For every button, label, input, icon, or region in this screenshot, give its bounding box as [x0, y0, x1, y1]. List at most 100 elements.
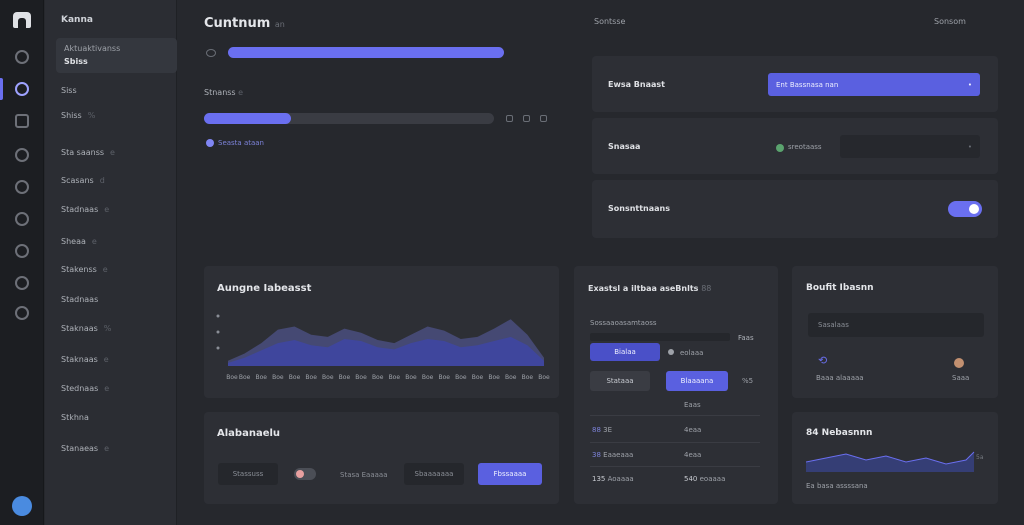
globe-icon[interactable]	[15, 244, 29, 258]
sidebar-title: Kanna	[61, 15, 93, 25]
help-icon[interactable]	[15, 306, 29, 320]
sidebar: Kanna Aktuaktivanss Sbiss Siss Shiss% Sta …	[45, 0, 204, 525]
settings-row-3: Sonsnttnaans	[592, 180, 998, 238]
row1-select[interactable]: Ent Bassnasa nan •	[768, 73, 980, 96]
shield-icon[interactable]	[15, 212, 29, 226]
status-dot-icon	[776, 144, 784, 152]
refresh-icon[interactable]: ⟲	[818, 354, 827, 367]
sidebar-item[interactable]: Stanaeas e	[61, 444, 109, 453]
close-icon[interactable]	[540, 115, 547, 122]
x-tick-label: Boe	[289, 374, 301, 381]
x-tick-label: Boe	[455, 374, 467, 381]
x-tick-label: Boe	[505, 374, 517, 381]
top-progress-track	[228, 47, 504, 58]
form-field-2[interactable]: Stasa Eaaaaa	[340, 471, 388, 479]
sidebar-item-label: Shiss	[61, 111, 82, 120]
sidebar-item-label: Stanaeas	[61, 444, 99, 453]
x-tick-label: Boe	[322, 374, 334, 381]
radio-icon[interactable]	[668, 349, 674, 355]
x-tick-label: Boe	[538, 374, 550, 381]
clock-icon[interactable]	[15, 276, 29, 290]
copy-icon[interactable]	[506, 115, 513, 122]
sidebar-item-label: Sta saanss	[61, 148, 105, 157]
sidebar-item[interactable]: Shiss%	[61, 111, 95, 120]
x-tick-label: Boe	[405, 374, 417, 381]
middle-panel: Exastsl a iltbaa aseBnlts 88 Sossaaoasam…	[574, 266, 778, 504]
middle-btn-1[interactable]: Bialaa	[590, 343, 660, 361]
x-tick-label: Boe	[488, 374, 500, 381]
progress-note: Seasta ataan	[218, 139, 264, 147]
middle-title: Exastsl a iltbaa aseBnlts 88	[588, 284, 712, 293]
sidebar-item-meta: e	[110, 148, 115, 157]
settings-icon: •	[967, 142, 972, 151]
rail-selection-indicator	[0, 78, 3, 100]
bell-icon[interactable]	[15, 148, 29, 162]
y-tick-dot	[216, 314, 220, 318]
gear-icon[interactable]	[15, 82, 29, 96]
sparkline-axis-label: 5a	[976, 454, 984, 461]
sidebar-item-label: Stakenss	[61, 265, 97, 274]
row3-right: 4eaa	[684, 451, 702, 459]
progress-label: Stnanss e	[204, 88, 244, 97]
bottom-progress-track	[204, 113, 494, 124]
right-top-input[interactable]: Sasalaas	[808, 313, 984, 337]
chevron-down-icon: •	[967, 80, 972, 89]
sidebar-item[interactable]: Siss	[61, 86, 77, 95]
form-submit-button[interactable]: Fbssaaaa	[478, 463, 542, 485]
sidebar-item[interactable]: Staknaas e	[61, 355, 109, 364]
chart-icon[interactable]	[15, 114, 29, 128]
x-tick-label: Boe	[305, 374, 317, 381]
sidebar-item[interactable]: Scasans d	[61, 176, 105, 185]
right-top-title: Boufit Ibasnn	[806, 283, 874, 293]
row2-right: 4eaa	[684, 426, 702, 434]
form-field-1[interactable]: Stassuss	[218, 463, 278, 485]
right-bottom-caption: Ea basa assssana	[806, 482, 868, 490]
sidebar-item-meta: e	[104, 205, 110, 214]
app-logo-icon[interactable]	[13, 12, 31, 28]
row3-left: 38 Eaaeaaa	[592, 451, 634, 459]
row3-toggle[interactable]	[948, 201, 982, 217]
sidebar-item[interactable]: Stkhna	[61, 413, 89, 422]
sidebar-item-meta: e	[91, 237, 97, 246]
header-center-label: Sontsse	[594, 17, 626, 26]
row4-left: 135 Aoaaaa	[592, 475, 634, 483]
sidebar-item[interactable]: Staknaas%	[61, 324, 111, 333]
sidebar-item-meta: %	[103, 324, 112, 333]
right-top-panel: Boufit Ibasnn Sasalaas ⟲ Baaa alaaaaa Sa…	[792, 266, 998, 398]
divider	[590, 466, 760, 467]
row2-field[interactable]: •	[840, 135, 980, 158]
sidebar-item[interactable]: Stadnaas	[61, 295, 98, 304]
user-icon[interactable]	[15, 180, 29, 194]
x-tick-label: Boe	[355, 374, 367, 381]
bottom-form-panel: Alabanaelu Stassuss Stasa Eaaaaa Sbaaaaa…	[204, 412, 559, 504]
middle-btn-3[interactable]: Blaaaana	[666, 371, 728, 391]
user-avatar[interactable]	[12, 496, 32, 516]
row2-label: Snasaa	[608, 142, 641, 151]
sync-icon	[206, 49, 216, 57]
x-tick-label: Boe	[372, 374, 384, 381]
bottom-progress-fill	[204, 113, 291, 124]
divider	[590, 442, 760, 443]
sidebar-item-meta: e	[103, 355, 109, 364]
form-title: Alabanaelu	[217, 428, 281, 439]
row4-right: 540 eoaaaa	[684, 475, 726, 483]
expand-icon[interactable]	[523, 115, 530, 122]
sidebar-item[interactable]: Sheaa e	[61, 237, 97, 246]
note-radio-icon[interactable]	[206, 139, 214, 147]
form-field-3[interactable]: Sbaaaaaaa	[404, 463, 464, 485]
page-title: Cuntnum an	[204, 16, 285, 31]
middle-btn3-side: %5	[742, 377, 754, 385]
x-tick-label: Boe	[389, 374, 401, 381]
sidebar-item[interactable]: Stadnaas e	[61, 205, 109, 214]
middle-btn-2[interactable]: Stataaa	[590, 371, 650, 391]
sidebar-item[interactable]: Sta saanss e	[61, 148, 115, 157]
sidebar-item-label: Staknaas	[61, 355, 98, 364]
compass-icon[interactable]	[15, 50, 29, 64]
sidebar-item[interactable]: Stednaas e	[61, 384, 109, 393]
x-tick-label: Boe	[438, 374, 450, 381]
form-toggle[interactable]	[294, 468, 316, 480]
x-tick-label: Boe	[522, 374, 534, 381]
sidebar-item[interactable]: Stakenss e	[61, 265, 108, 274]
sidebar-item-label: Stadnaas	[61, 295, 99, 304]
sidebar-active-card[interactable]: Aktuaktivanss Sbiss	[56, 38, 177, 73]
